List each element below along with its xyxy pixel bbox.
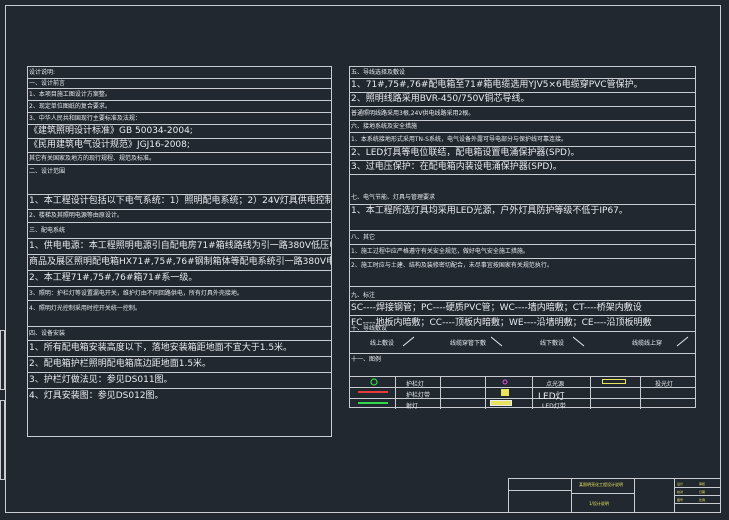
side-strip — [0, 330, 5, 390]
legend-label: LED灯带 — [542, 403, 566, 410]
note-line: 1、71#,75#,76#配电箱至71#箱电缆选用YJV5×6电缆穿PVC管保护… — [350, 79, 695, 93]
note-line: 3、照明：护栏灯等设置漏电开关，维护灯由不同回路供电，所有灯具外壳接地。 — [28, 287, 331, 301]
legend-label: 投光灯 — [655, 381, 674, 388]
section-heading: 九、标注 — [350, 287, 695, 301]
abbrev-b: PVC管；WC----墙内暗敷；CT----桥架内敷设 — [463, 303, 642, 313]
green-line-icon — [358, 402, 388, 404]
legend-label: 点光源 — [546, 381, 565, 388]
note-line: 1、本系统接地形式采用TN-S系统，电气设备外露可导电部分与保护线可靠连接。 — [350, 133, 695, 147]
title-block: 某照明亮化工程设计说明 1/设计说明 设计 审核 校对 日期 图号 比例 — [508, 478, 721, 513]
wiring-label: 线缆穿管下敷 — [450, 340, 487, 347]
section-heading: 七、电气节能、灯具与管理要求 — [350, 175, 695, 205]
tb-cell: 设计 — [677, 482, 684, 486]
tb-cell: 日期 — [699, 490, 706, 494]
strip-light-icon — [602, 379, 626, 384]
wiring-arrow-icon — [402, 336, 415, 347]
note-line: 2、施工时应与土建、结构及装修密切配合，未尽事宜按国家有关规范执行。 — [350, 259, 695, 287]
section-heading: 二、设计范围 — [28, 165, 331, 195]
abbrev-a: SC----焊接钢管；PC----硬质 — [351, 303, 464, 313]
note-line: 3、中华人民共和国现行主要标准及法规： — [28, 113, 331, 125]
tb-cell: 校对 — [677, 490, 684, 494]
wiring-arrow-icon — [676, 336, 689, 347]
side-strip — [0, 400, 5, 480]
green-circle-icon — [370, 378, 378, 386]
red-line-icon — [358, 391, 388, 393]
note-line: 2、LED灯具等电位联结，配电箱设置电涌保护器(SPD)。 — [350, 147, 695, 161]
tb-cell: 比例 — [699, 498, 706, 502]
note-line: 2、楼梯及其照明电源等由原设计。 — [28, 210, 331, 223]
wiring-label: 线上敷设 — [370, 340, 395, 347]
tb-cell: 图号 — [677, 498, 684, 502]
legend-table: 护栏灯 点光源 投光灯 护栏灯带 LED灯 射灯 LED灯带 — [350, 376, 695, 410]
note-line: 3、过电压保护：在配电箱内装设电涌保护器(SPD)。 — [350, 161, 695, 175]
note-line: 1、本项目施工图设计方案整。 — [28, 89, 331, 101]
notes-heading: 设计说明: — [28, 67, 331, 79]
wiring-label: 线下敷设 — [540, 340, 565, 347]
legend-label: 射灯 — [406, 403, 419, 410]
section-heading: 五、导线选择及敷设 — [350, 67, 695, 79]
note-line: 1、所有配电箱安装高度以下，落地安装箱距地面不宜大于1.5米。 — [28, 341, 331, 357]
section-heading: 一、设计前言 — [28, 79, 331, 89]
magenta-dot-icon — [502, 379, 508, 385]
section-heading: 三、配电系统 — [28, 223, 331, 239]
section-heading: 四、设备安装 — [28, 327, 331, 341]
note-line: 普通照明线路采用3根,24V供电线路采用2根。 — [350, 107, 695, 121]
wiring-symbols: 线上敷设 线缆穿管下敷 线下敷设 线缆线上穿 — [350, 332, 695, 354]
note-line: SC----焊接钢管；PC----硬质PVC管；WC----墙内暗敷；CT---… — [350, 301, 695, 316]
note-line: 4、照明灯光控制采用时控开关统一控制。 — [28, 301, 331, 327]
legend-label: 护栏灯带 — [406, 392, 431, 399]
note-line: 《建筑照明设计标准》GB 50034-2004; — [28, 125, 331, 139]
yellow-bar-icon — [490, 400, 512, 406]
drawing-title: 某照明亮化工程设计说明 — [579, 482, 623, 487]
section-heading: 十一、图例 — [351, 356, 382, 363]
note-line: 其它有关国家及地方的现行规程、规范及标准。 — [28, 153, 331, 165]
wiring-arrow-icon — [490, 336, 503, 347]
note-line: 4、灯具安装图：参见DS012图。 — [29, 391, 164, 401]
tb-cell: 审核 — [699, 482, 706, 486]
note-line: 2、配电箱护栏照明配电箱底边距地面1.5米。 — [28, 357, 331, 373]
design-notes-panel: 设计说明: 一、设计前言 1、本项目施工图设计方案整。 2、现定单位图纸的复合要… — [27, 66, 332, 437]
note-line: 3、护栏灯做法见：参见DS011图。 — [28, 373, 331, 389]
note-line: 1、施工过程中应严格遵守有关安全规范，做好电气安全施工措施。 — [350, 245, 695, 259]
note-line: 2、现定单位图纸的复合要求。 — [28, 101, 331, 113]
note-line: 1、本工程所选灯具均采用LED光源，户外灯具防护等级不低于IP67。 — [350, 205, 695, 231]
note-line: 2、照明线路采用BVR-450/750V铜芯导线。 — [350, 93, 695, 107]
sheet-label: 1/设计说明 — [589, 501, 609, 506]
section-heading: 六、接地系统及安全措施 — [350, 121, 695, 133]
legend-label: 护栏灯 — [406, 381, 425, 388]
note-line: 2、本工程71#,75#,76#箱71#系一级。 — [28, 271, 331, 287]
note-line: 商品及展区照明配电箱HX71#,75#,76#钢制箱体等配电系统引一路380V电… — [28, 255, 331, 271]
note-line: 1、本工程设计包括以下电气系统：1）照明配电系统；2）24V灯具供电控制系统。 — [28, 195, 331, 210]
note-line: 1、供电电源：本工程照明电源引自配电房71#箱线路线为引一路380V低压电源。 — [28, 239, 331, 255]
note-line: 《民用建筑电气设计规范》JGJ16-2008; — [28, 139, 331, 153]
design-notes-panel-2: 五、导线选择及敷设 1、71#,75#,76#配电箱至71#箱电缆选用YJV5×… — [349, 66, 696, 410]
wiring-label: 线缆线上穿 — [632, 340, 663, 347]
section-heading: 八、其它 — [350, 231, 695, 245]
panel-box-icon — [501, 389, 509, 396]
wiring-arrow-icon — [572, 336, 585, 347]
